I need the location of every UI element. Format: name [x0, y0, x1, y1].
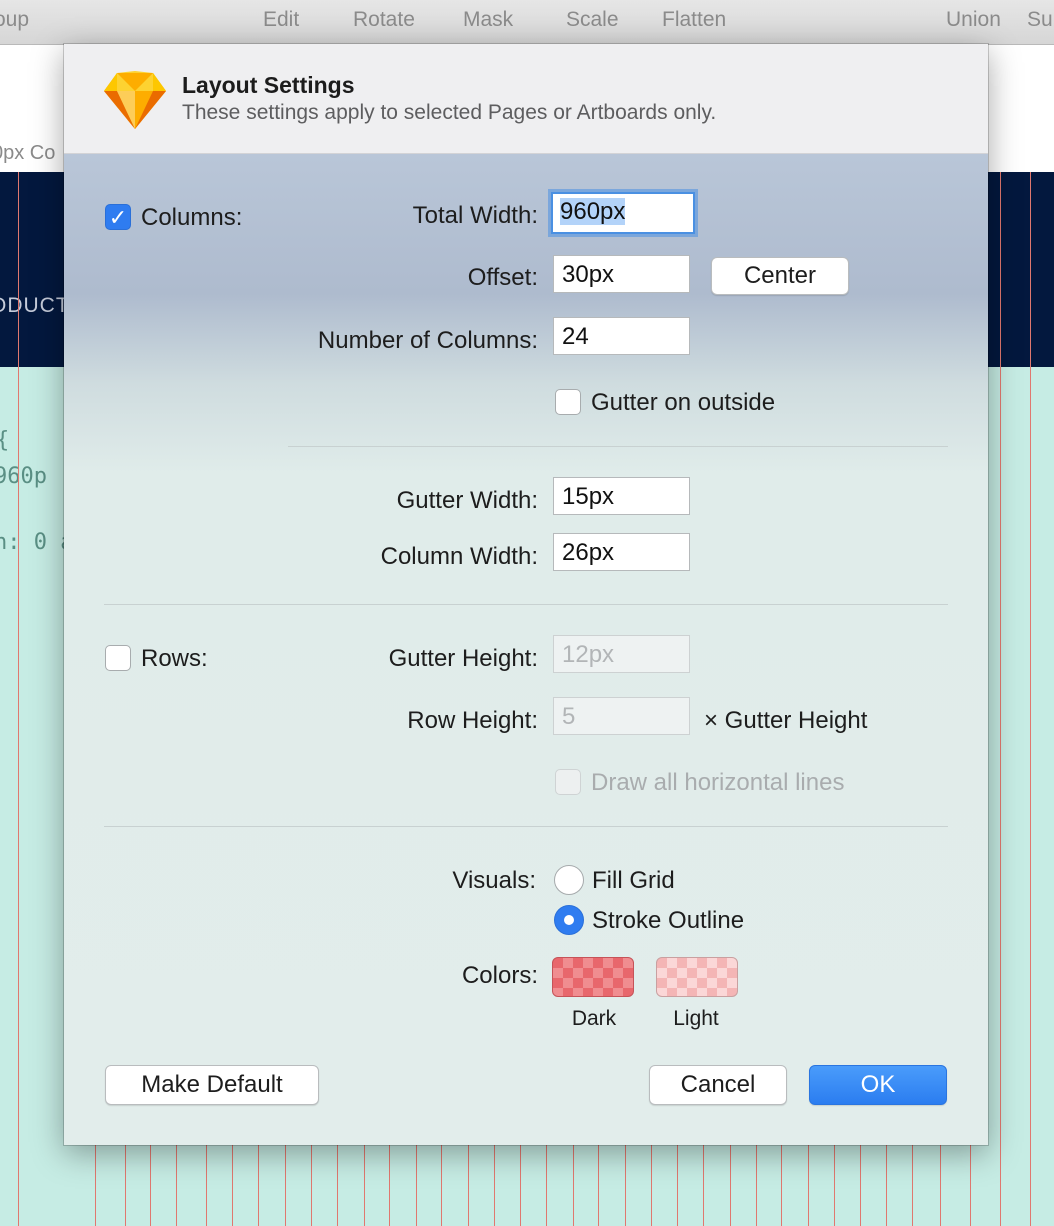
columns-checkbox[interactable]: ✓: [105, 204, 131, 230]
artboard-code-line: 960p: [0, 464, 47, 489]
dark-color-swatch[interactable]: [552, 957, 634, 997]
dialog-header: Layout Settings These settings apply to …: [64, 44, 988, 154]
draw-horizontal-lines-checkbox[interactable]: [555, 769, 581, 795]
rows-label: Rows:: [141, 645, 208, 672]
light-color-swatch[interactable]: [656, 957, 738, 997]
total-width-input[interactable]: 960px: [551, 192, 695, 234]
separator: [288, 446, 948, 447]
column-width-label: Column Width:: [380, 543, 538, 570]
column-width-input[interactable]: 26px: [553, 533, 690, 571]
stroke-outline-label: Stroke Outline: [592, 907, 745, 934]
dark-color-label: Dark: [571, 1007, 617, 1030]
toolbar-rotate-button[interactable]: Rotate: [353, 8, 415, 32]
total-width-value: 960px: [560, 198, 626, 225]
canvas-ruler-text: 0px Co: [0, 142, 56, 164]
columns-label: Columns:: [141, 204, 243, 231]
ok-button[interactable]: OK: [809, 1065, 947, 1105]
fill-grid-label: Fill Grid: [592, 867, 675, 894]
gutter-height-input[interactable]: 12px: [553, 635, 690, 673]
total-width-label: Total Width:: [412, 202, 538, 229]
separator: [104, 604, 948, 605]
dialog-title: Layout Settings: [182, 72, 355, 98]
row-height-label: Row Height:: [407, 707, 538, 734]
toolbar-scale-button[interactable]: Scale: [566, 8, 619, 32]
light-color-label: Light: [673, 1007, 719, 1030]
draw-horizontal-lines-label: Draw all horizontal lines: [591, 769, 845, 796]
offset-input[interactable]: 30px: [553, 255, 690, 293]
offset-label: Offset:: [467, 264, 538, 291]
visuals-label: Visuals:: [452, 867, 536, 894]
grid-column-line: [1030, 172, 1031, 1226]
row-height-suffix: × Gutter Height: [704, 707, 868, 734]
layout-settings-dialog: Layout Settings These settings apply to …: [64, 44, 988, 1145]
separator: [104, 826, 948, 827]
gutter-width-input[interactable]: 15px: [553, 477, 690, 515]
gutter-on-outside-label: Gutter on outside: [591, 389, 776, 416]
number-of-columns-label: Number of Columns:: [317, 327, 538, 354]
stroke-outline-radio[interactable]: [554, 905, 584, 935]
toolbar-group-button[interactable]: oup: [0, 8, 29, 32]
gutter-height-label: Gutter Height:: [388, 645, 538, 672]
gutter-on-outside-checkbox[interactable]: [555, 389, 581, 415]
toolbar-edit-button[interactable]: Edit: [263, 8, 299, 32]
artboard-code-line: {: [0, 428, 9, 453]
make-default-button[interactable]: Make Default: [105, 1065, 319, 1105]
sketch-app-icon: [104, 71, 166, 129]
colors-label: Colors:: [461, 962, 538, 989]
rows-checkbox[interactable]: [105, 645, 131, 671]
center-button[interactable]: Center: [711, 257, 849, 295]
toolbar-mask-button[interactable]: Mask: [463, 8, 513, 32]
toolbar-flatten-button[interactable]: Flatten: [662, 8, 726, 32]
fill-grid-radio[interactable]: [554, 865, 584, 895]
artboard-nav-text: ODUCT: [0, 294, 70, 317]
grid-column-line: [1000, 172, 1001, 1226]
cancel-button[interactable]: Cancel: [649, 1065, 787, 1105]
number-of-columns-input[interactable]: 24: [553, 317, 690, 355]
gutter-width-label: Gutter Width:: [396, 487, 538, 514]
dialog-subtitle: These settings apply to selected Pages o…: [182, 101, 717, 124]
grid-column-line: [18, 172, 19, 1226]
app-toolbar: oup Edit Rotate Mask Scale Flatten Union…: [0, 0, 1054, 45]
dialog-body: ✓ Columns: Total Width: 960px Offset: 30…: [64, 154, 988, 1145]
toolbar-union-button[interactable]: Union: [946, 8, 1001, 32]
toolbar-subtract-button[interactable]: Su: [1027, 8, 1053, 32]
row-height-input[interactable]: 5: [553, 697, 690, 735]
